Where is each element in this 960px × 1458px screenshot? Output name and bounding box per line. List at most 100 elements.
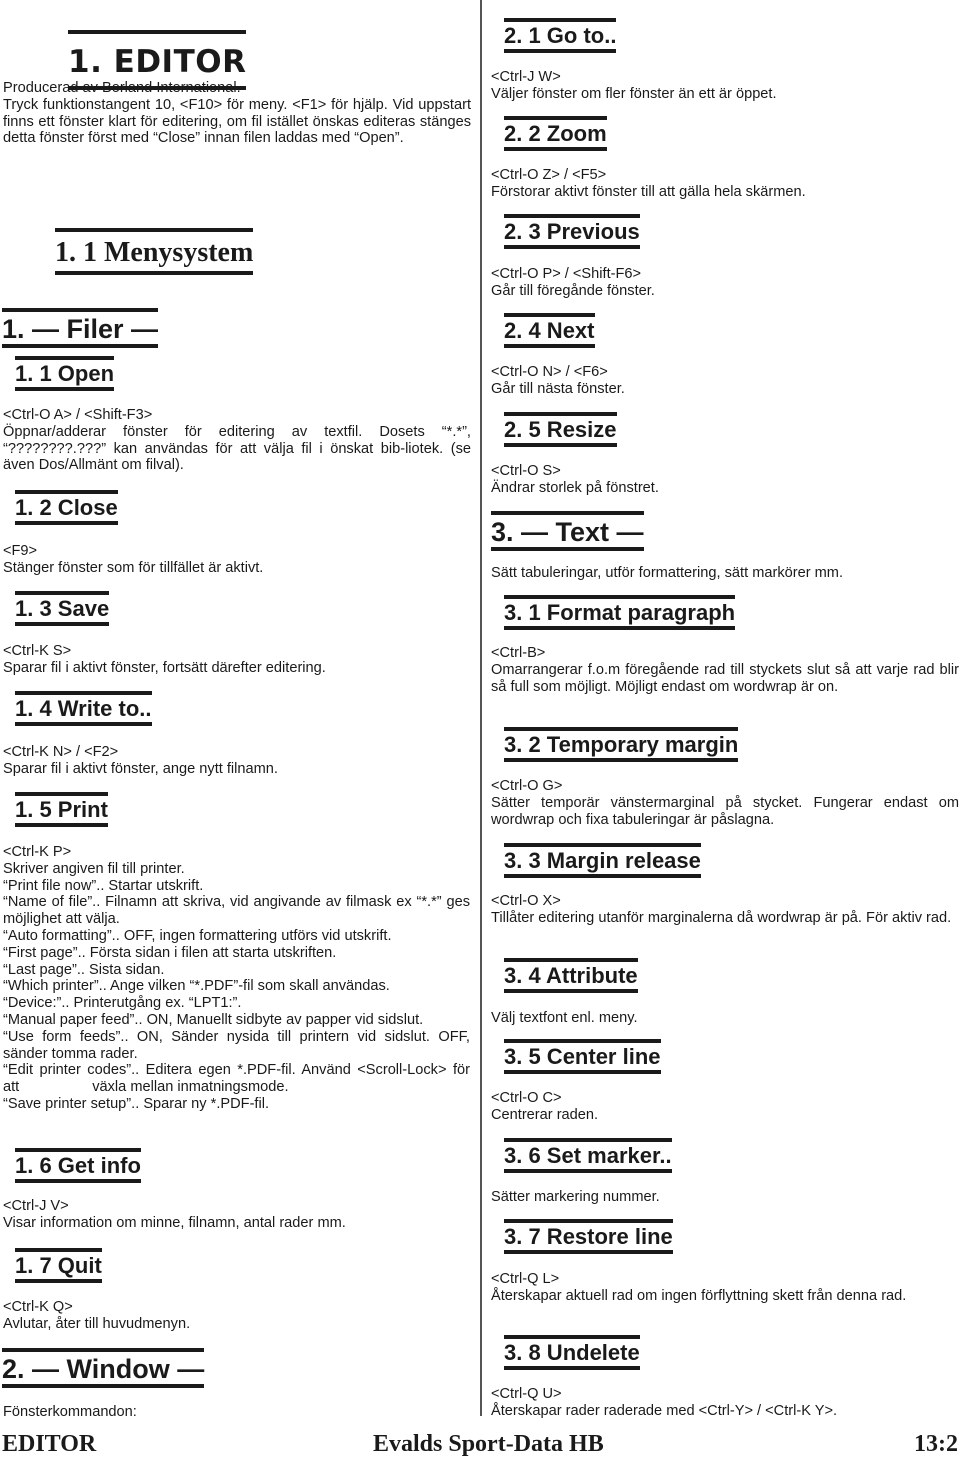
subsection-heading-previous: 2. 3 Previous bbox=[504, 214, 640, 249]
shortcut-keys: <Ctrl-O A> / <Shift-F3> bbox=[3, 407, 153, 423]
subsection-heading-undelete: 3. 8 Undelete bbox=[504, 1335, 640, 1370]
shortcut-keys: <Ctrl-K S> bbox=[3, 643, 72, 659]
footer-center: Evalds Sport-Data HB bbox=[373, 1431, 604, 1457]
subsection-body-zoom: <Ctrl-O Z> / <F5> Förstorar aktivt fönst… bbox=[491, 167, 959, 201]
print-option: “First page”.. Första sidan i filen att … bbox=[3, 944, 337, 961]
subsection-heading-format-paragraph: 3. 1 Format paragraph bbox=[504, 595, 736, 630]
subsection-body-print: <Ctrl-K P> Skriver angiven fil till prin… bbox=[3, 844, 470, 1113]
subsection-heading-open: 1. 1 Open bbox=[15, 356, 115, 391]
subsection-heading-get-info: 1. 6 Get info bbox=[15, 1148, 141, 1183]
print-option: “Last page”.. Sista sidan. bbox=[3, 961, 165, 978]
subsection-body-resize: <Ctrl-O S> Ändrar storlek på fönstret. bbox=[491, 463, 959, 497]
subsection-heading-next: 2. 4 Next bbox=[504, 313, 595, 348]
print-option: “Save printer setup”.. Sparar ny *.PDF-f… bbox=[3, 1095, 270, 1112]
subsection-heading-temporary-margin: 3. 2 Temporary margin bbox=[504, 727, 739, 762]
text-intro: Sätt tabuleringar, utför formattering, s… bbox=[491, 565, 844, 581]
description: Öppnar/adderar fönster för editering av … bbox=[3, 423, 471, 474]
description: Går till föregånde fönster. bbox=[491, 282, 655, 299]
subsection-heading-set-marker: 3. 6 Set marker.. bbox=[504, 1138, 672, 1173]
shortcut-keys: <Ctrl-K Q> bbox=[3, 1299, 73, 1315]
print-option: “Edit printer codes”.. Editera egen *.PD… bbox=[3, 1062, 475, 1096]
subsection-heading-zoom: 2. 2 Zoom bbox=[504, 116, 607, 151]
section-heading-window: 2. — Window — bbox=[2, 1348, 205, 1388]
subsection-body-center-line: <Ctrl-O C> Centrerar raden. bbox=[491, 1090, 959, 1124]
footer-left: EDITOR bbox=[2, 1431, 97, 1457]
description: Går till nästa fönster. bbox=[491, 380, 625, 397]
shortcut-keys: <Ctrl-O N> / <F6> bbox=[491, 364, 608, 380]
subsection-body-quit: <Ctrl-K Q> Avlutar, åter till huvudmenyn… bbox=[3, 1299, 471, 1333]
shortcut-keys: <Ctrl-O G> bbox=[491, 778, 563, 794]
description: Sätter temporär vänstermarginal på styck… bbox=[491, 794, 959, 828]
subsection-heading-save: 1. 3 Save bbox=[15, 591, 110, 626]
description: Visar information om minne, filnamn, ant… bbox=[3, 1214, 346, 1231]
print-option: “Which printer”.. Ange vilken “*.PDF”-fi… bbox=[3, 978, 390, 995]
shortcut-keys: <Ctrl-J W> bbox=[491, 69, 561, 85]
subsection-body-close: <F9> Stänger fönster som för tillfället … bbox=[3, 543, 471, 577]
subsection-body-next: <Ctrl-O N> / <F6> Går till nästa fönster… bbox=[491, 364, 959, 398]
footer-page-number: 13:2 bbox=[914, 1431, 958, 1457]
subsection-body-temporary-margin: <Ctrl-O G> Sätter temporär vänstermargin… bbox=[491, 778, 959, 828]
print-option: “Auto formatting”.. OFF, ingen formatter… bbox=[3, 927, 392, 944]
shortcut-keys: <Ctrl-K N> / <F2> bbox=[3, 744, 119, 760]
intro-line: Producerad av Borland International. bbox=[3, 80, 241, 96]
description: Sätter markering nummer. bbox=[491, 1189, 660, 1205]
description: Avlutar, åter till huvudmenyn. bbox=[3, 1315, 191, 1332]
subsection-body-margin-release: <Ctrl-O X> Tillåter editering utanför ma… bbox=[491, 893, 959, 927]
subsection-heading-margin-release: 3. 3 Margin release bbox=[504, 843, 701, 878]
description: Ändrar storlek på fönstret. bbox=[491, 479, 659, 496]
subsection-body-undelete: <Ctrl-Q U> Återskapar rader raderade med… bbox=[491, 1386, 959, 1420]
subsection-heading-restore-line: 3. 7 Restore line bbox=[504, 1219, 673, 1254]
print-option: “Print file now”.. Startar utskrift. bbox=[3, 877, 204, 894]
description: Förstorar aktivt fönster till att gälla … bbox=[491, 183, 806, 200]
shortcut-keys: <Ctrl-O Z> / <F5> bbox=[491, 167, 607, 183]
description: Centrerar raden. bbox=[491, 1106, 599, 1123]
window-intro: Fönsterkommandon: bbox=[3, 1404, 137, 1420]
subsection-heading-print: 1. 5 Print bbox=[15, 792, 108, 827]
intro-line: Tryck funktionstangent 10, <F10> för men… bbox=[3, 96, 471, 147]
shortcut-keys: <Ctrl-K P> bbox=[3, 844, 72, 860]
print-option: “Use form feeds”.. ON, Sänder nysida til… bbox=[3, 1028, 470, 1062]
shortcut-keys: <Ctrl-Q L> bbox=[491, 1271, 560, 1287]
shortcut-keys: <Ctrl-O C> bbox=[491, 1090, 562, 1106]
description: Omarrangerar f.o.m föregående rad till s… bbox=[491, 661, 959, 695]
print-option: “Name of file”.. Filnamn att skriva, vid… bbox=[3, 894, 470, 928]
print-option: “Device:”.. Printerutgång ex. “LPT1:”. bbox=[3, 995, 242, 1012]
description: Väljer fönster om fler fönster än ett är… bbox=[491, 85, 777, 102]
description: Återskapar rader raderade med <Ctrl-Y> /… bbox=[491, 1402, 838, 1419]
subsection-body-previous: <Ctrl-O P> / <Shift-F6> Går till föregån… bbox=[491, 266, 959, 300]
description: Sparar fil i aktivt fönster, fortsätt dä… bbox=[3, 659, 326, 676]
print-option: Skriver angiven fil till printer. bbox=[3, 860, 185, 877]
subsection-body-write-to: <Ctrl-K N> / <F2> Sparar fil i aktivt fö… bbox=[3, 744, 471, 778]
section-heading-filer: 1. — Filer — bbox=[2, 308, 159, 348]
subsection-body-go-to: <Ctrl-J W> Väljer fönster om fler fönste… bbox=[491, 69, 959, 103]
subsection-body-restore-line: <Ctrl-Q L> Återskapar aktuell rad om ing… bbox=[491, 1271, 959, 1305]
description: Stänger fönster som för tillfället är ak… bbox=[3, 559, 264, 576]
description: Välj textfont enl. meny. bbox=[491, 1010, 638, 1026]
shortcut-keys: <Ctrl-Q U> bbox=[491, 1386, 562, 1402]
shortcut-keys: <Ctrl-O X> bbox=[491, 893, 561, 909]
subsection-body-open: <Ctrl-O A> / <Shift-F3> Öppnar/adderar f… bbox=[3, 407, 471, 474]
subsection-heading-write-to: 1. 4 Write to.. bbox=[15, 691, 152, 726]
shortcut-keys: <F9> bbox=[3, 543, 38, 559]
print-option: “Manual paper feed”.. ON, Manuellt sidby… bbox=[3, 1011, 424, 1028]
subsection-body-get-info: <Ctrl-J V> Visar information om minne, f… bbox=[3, 1198, 471, 1232]
shortcut-keys: <Ctrl-O S> bbox=[491, 463, 561, 479]
subsection-body-attribute: Välj textfont enl. meny. bbox=[491, 1010, 959, 1027]
subsection-heading-attribute: 3. 4 Attribute bbox=[504, 958, 638, 993]
menu-system-heading: 1. 1 Menysystem bbox=[55, 228, 254, 275]
subsection-heading-close: 1. 2 Close bbox=[15, 490, 118, 525]
shortcut-keys: <Ctrl-J V> bbox=[3, 1198, 69, 1214]
description: Återskapar aktuell rad om ingen förflytt… bbox=[491, 1287, 907, 1304]
intro-paragraph: Producerad av Borland International. Try… bbox=[3, 80, 471, 147]
shortcut-keys: <Ctrl-B> bbox=[491, 645, 546, 661]
subsection-body-set-marker: Sätter markering nummer. bbox=[491, 1189, 959, 1206]
description: Sparar fil i aktivt fönster, ange nytt f… bbox=[3, 760, 278, 777]
column-divider bbox=[480, 0, 482, 1416]
subsection-heading-center-line: 3. 5 Center line bbox=[504, 1039, 661, 1074]
description: Tillåter editering utanför marginalerna … bbox=[491, 909, 952, 926]
subsection-body-format-paragraph: <Ctrl-B> Omarrangerar f.o.m föregående r… bbox=[491, 645, 959, 695]
shortcut-keys: <Ctrl-O P> / <Shift-F6> bbox=[491, 266, 642, 282]
subsection-heading-resize: 2. 5 Resize bbox=[504, 412, 617, 447]
subsection-heading-quit: 1. 7 Quit bbox=[15, 1248, 102, 1283]
subsection-heading-go-to: 2. 1 Go to.. bbox=[504, 18, 617, 53]
